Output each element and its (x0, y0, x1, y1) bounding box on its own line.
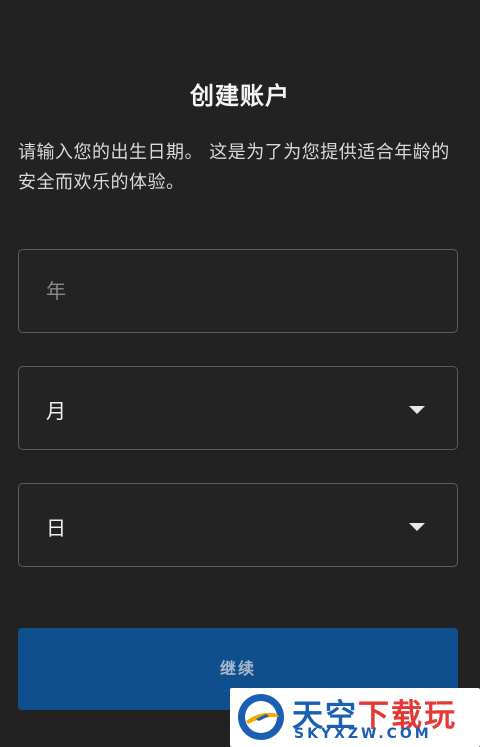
birthdate-description: 请输入您的出生日期。 这是为了为您提供适合年龄的安全而欢乐的体验。 (18, 142, 450, 193)
day-select[interactable]: 日 (18, 483, 458, 567)
day-select-value: 日 (46, 516, 66, 540)
watermark-url: SKYXZW.COM (294, 726, 432, 742)
page-title: 创建账户 (190, 82, 290, 110)
year-field[interactable] (18, 249, 458, 333)
chevron-down-icon[interactable] (409, 523, 425, 531)
globe-plane-icon (238, 694, 284, 740)
chevron-down-icon[interactable] (409, 406, 425, 414)
month-select-value: 月 (46, 399, 66, 423)
year-input[interactable] (19, 250, 457, 332)
watermark-logo: 天空下载玩 SKYXZW.COM (230, 688, 480, 747)
month-select[interactable]: 月 (18, 366, 458, 450)
